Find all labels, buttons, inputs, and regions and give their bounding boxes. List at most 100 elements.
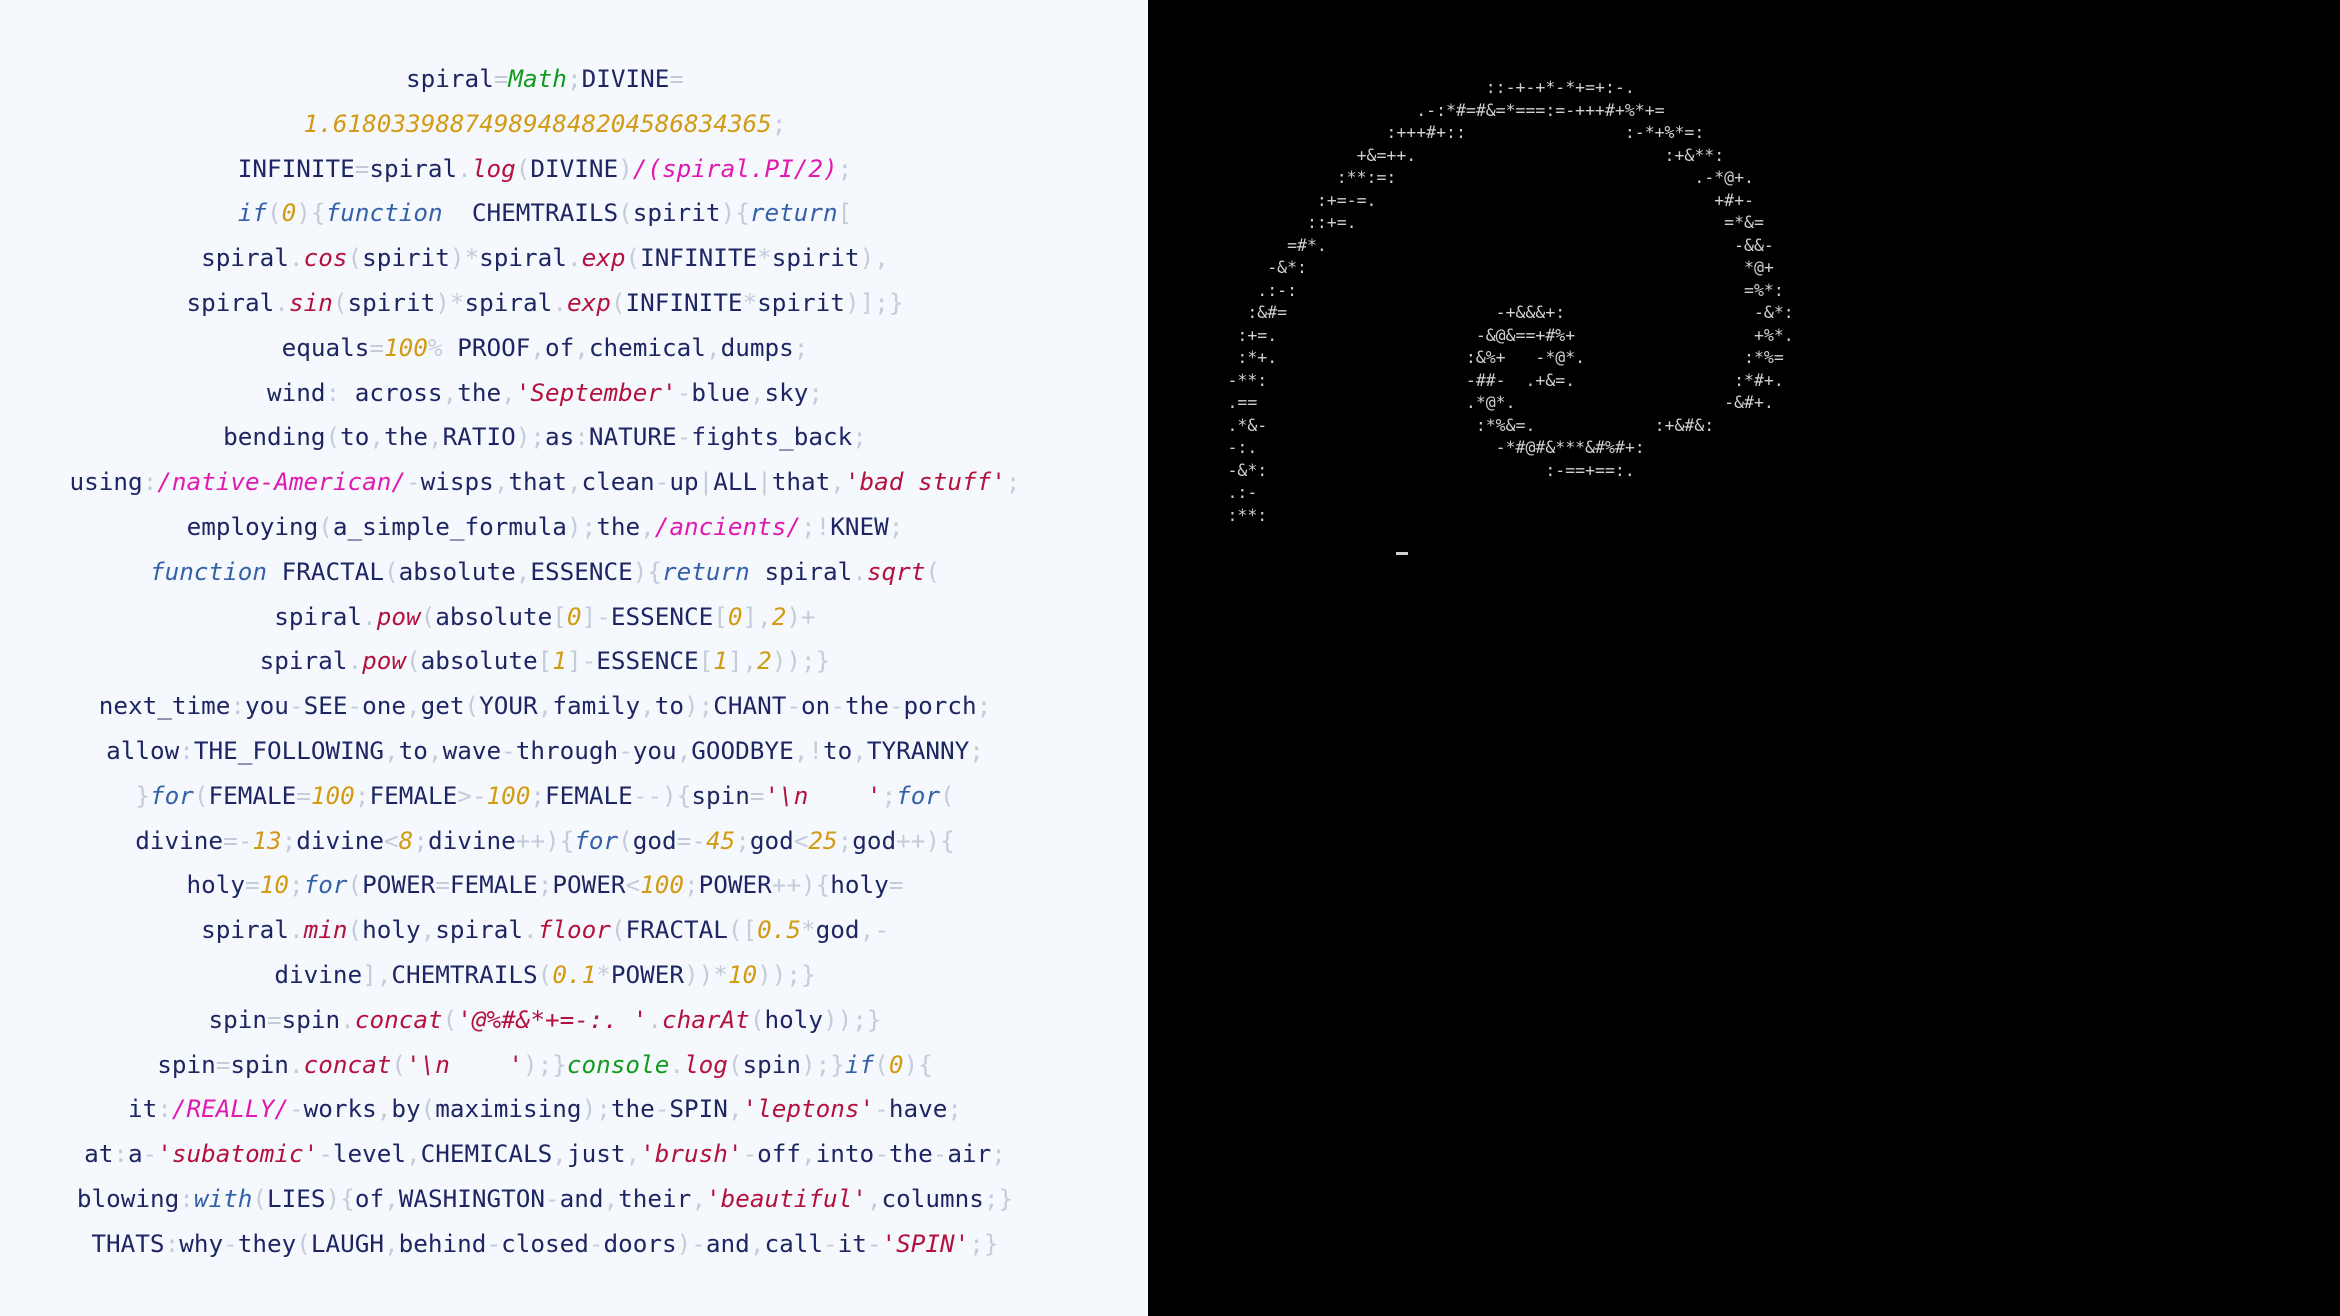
code-token: , [384, 1183, 399, 1213]
code-line: it:/REALLY/-works,by(maximising);the-SPI… [0, 1087, 1090, 1132]
code-token: one [362, 691, 406, 721]
code-token: ( [618, 198, 633, 228]
code-token: ( [332, 287, 348, 317]
code-line: next_time:you-SEE-one,get(YOUR,family,to… [0, 684, 1090, 729]
code-token: absolute [398, 556, 516, 586]
code-token: - [654, 467, 670, 497]
code-token: ( [267, 198, 282, 228]
code-token: spin [230, 1049, 289, 1079]
code-token: ( [420, 601, 436, 631]
code-token: , [705, 332, 721, 362]
code-token: [ [837, 198, 853, 228]
code-editor-panel[interactable]: spiral=Math;DIVINE= 1.6180339887498948482… [0, 0, 1148, 1316]
code-token: - [318, 1139, 333, 1169]
code-token: ));} [757, 959, 816, 989]
code-token: , [530, 332, 545, 362]
code-token: = [669, 64, 684, 93]
code-token: 0 [888, 1049, 904, 1079]
code-token: : [325, 377, 341, 407]
code-token: 'SPIN' [881, 1228, 970, 1258]
code-token: TYRANNY [866, 735, 970, 765]
code-token: - [866, 1228, 882, 1258]
code-token: 10 [727, 959, 758, 989]
code-token: * [449, 287, 465, 317]
code-token: clean [581, 467, 655, 497]
code-token: ) [449, 243, 465, 273]
code-token: ));} [771, 646, 831, 676]
code-line: bending(to,the,RATIO);as:NATURE-fights_b… [0, 415, 1090, 460]
code-token: to [822, 735, 853, 765]
code-token: that [508, 467, 567, 497]
code-token: get [420, 691, 465, 721]
code-token: ( [618, 825, 633, 855]
code-token: ; [976, 691, 992, 721]
code-token: , [749, 377, 765, 407]
code-token: [ [698, 646, 714, 676]
code-token: ) [720, 198, 736, 228]
code-token: ; [354, 780, 370, 810]
code-token: spiral [464, 287, 553, 317]
code-token: through [515, 735, 619, 765]
code-line: spin=spin.concat('\n ');}console.log(spi… [0, 1043, 1090, 1088]
code-token: LAUGH [310, 1228, 385, 1258]
code-token: : [142, 467, 158, 497]
code-token: 2 [757, 646, 772, 676]
code-token: ) [435, 287, 450, 317]
code-line: spin=spin.concat('@%#&*+=-:. '.charAt(ho… [0, 998, 1090, 1043]
code-token: - [142, 1139, 158, 1169]
code-token: CHEMTRAILS [471, 198, 619, 228]
code-token: 100 [384, 332, 428, 362]
code-token: FEMALE [449, 870, 538, 900]
code-token: ( [874, 1049, 889, 1079]
code-token: wind [267, 377, 326, 407]
code-token: why [179, 1228, 224, 1258]
code-token: a [128, 1139, 143, 1169]
code-token: , [749, 1228, 765, 1258]
code-token: ,- [859, 915, 889, 945]
code-token: ( [515, 153, 531, 183]
code-token: | [698, 467, 714, 497]
code-token: - [654, 1094, 670, 1124]
code-token: call [764, 1228, 823, 1258]
code-token: { [647, 556, 663, 586]
code-token: < [384, 825, 399, 855]
code-token: FRACTAL [281, 556, 385, 586]
code-token: spin [157, 1049, 216, 1079]
code-token: ; [808, 377, 823, 407]
code-token: as [545, 422, 575, 452]
code-token: POWER [362, 870, 436, 900]
code-token: ; [413, 825, 428, 855]
code-text: spiral=Math;DIVINE= 1.6180339887498948482… [0, 57, 1090, 1267]
code-token: spin [691, 780, 750, 810]
code-token: ); [566, 511, 597, 541]
code-token: console [566, 1049, 670, 1079]
code-token: . [288, 1049, 304, 1079]
code-token: : [179, 735, 194, 765]
code-token: , [376, 1094, 392, 1124]
code-token: 0 [281, 198, 297, 228]
code-token: ( [384, 556, 399, 586]
code-token: ); [515, 422, 545, 452]
code-token: , [866, 1183, 882, 1213]
code-token: wave [442, 735, 502, 765]
code-token: charAt [662, 1004, 750, 1034]
code-token: - [830, 691, 845, 721]
code-line: function FRACTAL(absolute,ESSENCE){retur… [0, 550, 1090, 595]
code-token: across [354, 377, 443, 407]
code-line: spiral.sin(spirit)*spiral.exp(INFINITE*s… [0, 281, 1090, 326]
code-token: , [574, 332, 589, 362]
code-token: of [545, 332, 575, 362]
code-token: , [727, 1094, 743, 1124]
code-token: , [552, 1139, 567, 1169]
code-token: columns [881, 1183, 984, 1213]
code-token: POWER [610, 959, 684, 989]
code-token: - [588, 1228, 604, 1258]
code-token: ) [325, 1183, 341, 1213]
code-token: ( [940, 780, 955, 810]
code-token: absolute [420, 646, 538, 676]
code-token: and [705, 1228, 750, 1258]
code-token: ], [362, 959, 392, 989]
code-token: , [691, 1183, 706, 1213]
code-token: ; [947, 1094, 962, 1124]
